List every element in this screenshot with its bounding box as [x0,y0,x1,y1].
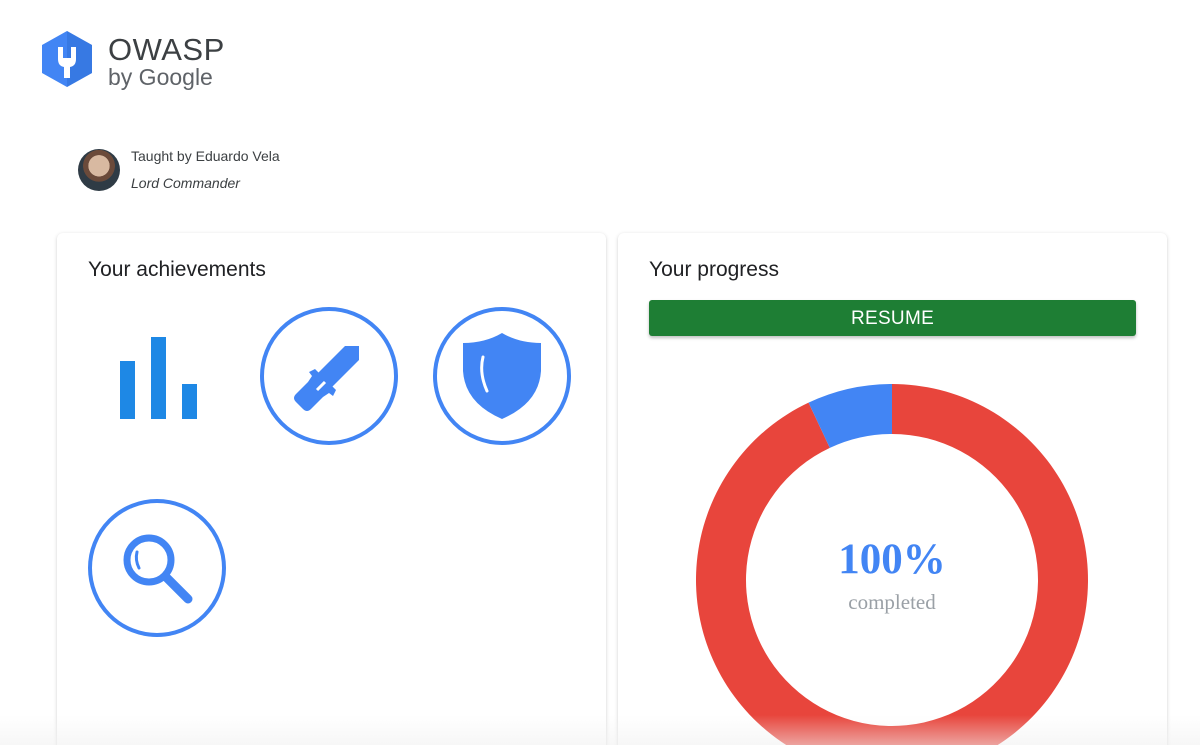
sword-icon [294,346,359,411]
resume-button[interactable]: RESUME [649,300,1136,336]
progress-card: Your progress RESUME 100% completed [618,233,1167,745]
instructor-role: Lord Commander [131,175,240,191]
owasp-hexagon-logo-icon [42,31,92,87]
progress-donut: 100% completed [696,384,1088,745]
owasp-logo[interactable]: OWASP by Google [40,30,225,89]
shield-badge[interactable] [433,307,571,445]
magnifier-badge[interactable] [88,499,226,637]
achievements-card: Your achievements [57,233,606,745]
logo-subtitle: by Google [108,64,213,90]
bar-chart-icon[interactable] [118,337,200,419]
sword-badge[interactable] [260,307,398,445]
instructor-name: Taught by Eduardo Vela [131,148,280,164]
magnifier-icon [123,534,193,604]
logo-title: OWASP [108,32,225,67]
shield-icon [463,333,541,419]
progress-completed-label: completed [848,590,936,614]
instructor-info: Taught by Eduardo Vela Lord Commander [78,148,280,191]
progress-percent: 100% [838,536,946,583]
avatar [78,148,120,191]
achievements-title: Your achievements [88,258,266,281]
page: OWASP by Google Taught by Eduardo Vela L… [0,0,1200,745]
progress-title: Your progress [649,258,779,281]
